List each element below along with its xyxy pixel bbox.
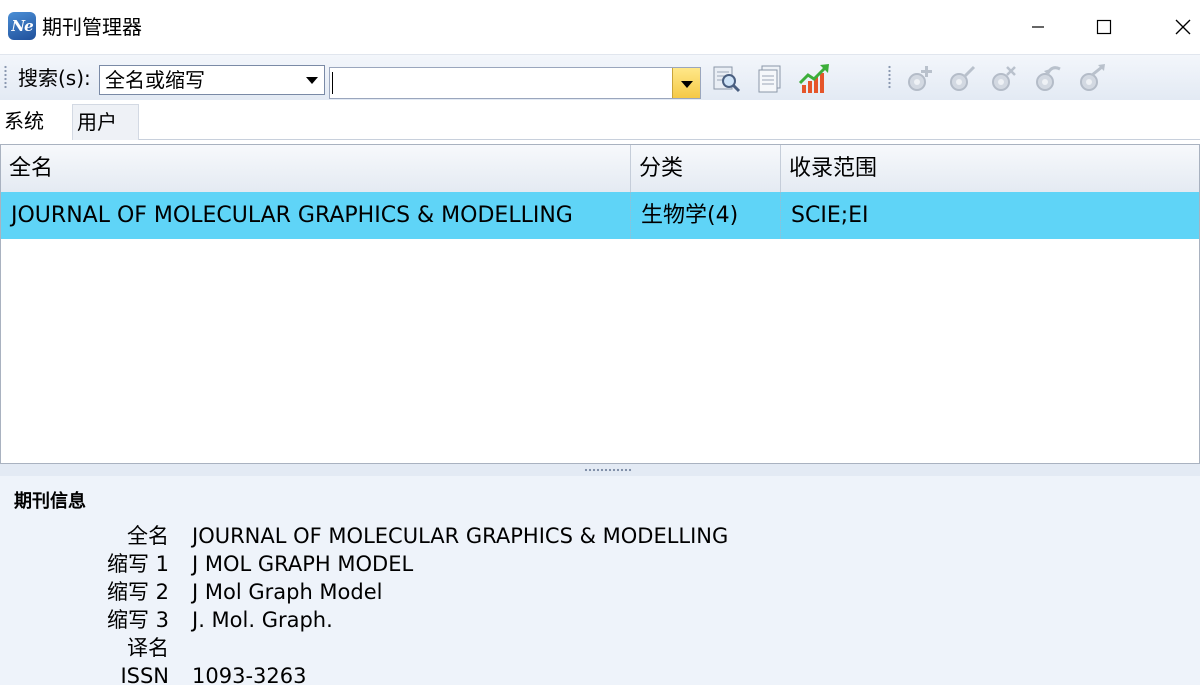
info-value: J Mol Graph Model (192, 580, 383, 604)
close-icon (1175, 19, 1191, 35)
journal-table: 全名 分类 收录范围 JOURNAL OF MOLECULAR GRAPHICS… (0, 144, 1200, 464)
minimize-button[interactable] (1015, 0, 1061, 54)
search-field-value: 全名或缩写 (105, 68, 205, 92)
cell-coverage: SCIE;EI (791, 203, 869, 228)
tab-system[interactable]: 系统 (0, 104, 72, 140)
text-caret (332, 72, 333, 94)
close-button[interactable] (1160, 0, 1200, 54)
app-logo-icon: Ne (8, 12, 36, 40)
search-input[interactable] (329, 67, 701, 99)
info-row-abbrev-2: 缩写 2 J Mol Graph Model (0, 578, 1200, 606)
info-value: J MOL GRAPH MODEL (192, 552, 414, 576)
info-row-translated-name: 译名 (0, 634, 1200, 662)
journal-info-title: 期刊信息 (14, 491, 86, 512)
search-field-select[interactable]: 全名或缩写 (99, 65, 325, 95)
chevron-down-icon (306, 77, 318, 84)
journal-info-panel: 期刊信息 全名 JOURNAL OF MOLECULAR GRAPHICS & … (0, 476, 1200, 685)
minimize-icon (1032, 26, 1044, 28)
delete-gear-icon[interactable] (986, 61, 1022, 97)
table-row[interactable]: JOURNAL OF MOLECULAR GRAPHICS & MODELLIN… (1, 192, 1199, 239)
tab-user[interactable]: 用户 (72, 104, 139, 140)
info-value: JOURNAL OF MOLECULAR GRAPHICS & MODELLIN… (192, 524, 729, 548)
edit-gear-icon[interactable] (944, 61, 980, 97)
maximize-button[interactable] (1081, 0, 1127, 54)
info-label: 缩写 3 (106, 608, 169, 632)
column-header-coverage[interactable]: 收录范围 (781, 145, 1199, 192)
info-value: J. Mol. Graph. (192, 608, 333, 632)
trend-chart-icon[interactable] (796, 61, 832, 97)
title-bar: Ne 期刊管理器 (0, 0, 1200, 54)
tab-strip: 系统 用户 (0, 100, 1200, 140)
import-gear-icon[interactable] (1030, 61, 1066, 97)
export-gear-icon[interactable] (1074, 61, 1110, 97)
info-row-issn: ISSN 1093-3263 (0, 662, 1200, 685)
column-header-full-name[interactable]: 全名 (1, 145, 631, 192)
toolbar-grip-2[interactable] (888, 65, 891, 89)
search-label: 搜索(s): (18, 66, 91, 90)
table-header: 全名 分类 收录范围 (1, 145, 1199, 192)
info-label: 缩写 2 (106, 580, 169, 604)
add-gear-icon[interactable] (902, 61, 938, 97)
info-value: 1093-3263 (192, 664, 307, 685)
info-row-full-name: 全名 JOURNAL OF MOLECULAR GRAPHICS & MODEL… (0, 522, 1200, 550)
search-history-dropdown-button[interactable] (672, 68, 700, 98)
cell-category: 生物学(4) (631, 192, 781, 239)
info-label: 全名 (127, 524, 169, 548)
info-row-abbrev-3: 缩写 3 J. Mol. Graph. (0, 606, 1200, 634)
window-title: 期刊管理器 (42, 15, 142, 39)
column-header-category[interactable]: 分类 (631, 145, 781, 192)
panel-splitter[interactable] (0, 464, 1200, 476)
search-zoom-icon[interactable] (708, 61, 744, 97)
maximize-icon (1096, 19, 1112, 35)
cell-full-name: JOURNAL OF MOLECULAR GRAPHICS & MODELLIN… (1, 192, 631, 239)
info-row-abbrev-1: 缩写 1 J MOL GRAPH MODEL (0, 550, 1200, 578)
toolbar-grip[interactable] (4, 65, 7, 89)
info-label: 缩写 1 (106, 552, 169, 576)
search-toolbar: 搜索(s): 全名或缩写 (0, 54, 1200, 100)
info-label: ISSN (120, 664, 169, 685)
info-label: 译名 (127, 636, 169, 660)
database-icon[interactable] (752, 61, 788, 97)
splitter-grip[interactable] (584, 468, 632, 472)
